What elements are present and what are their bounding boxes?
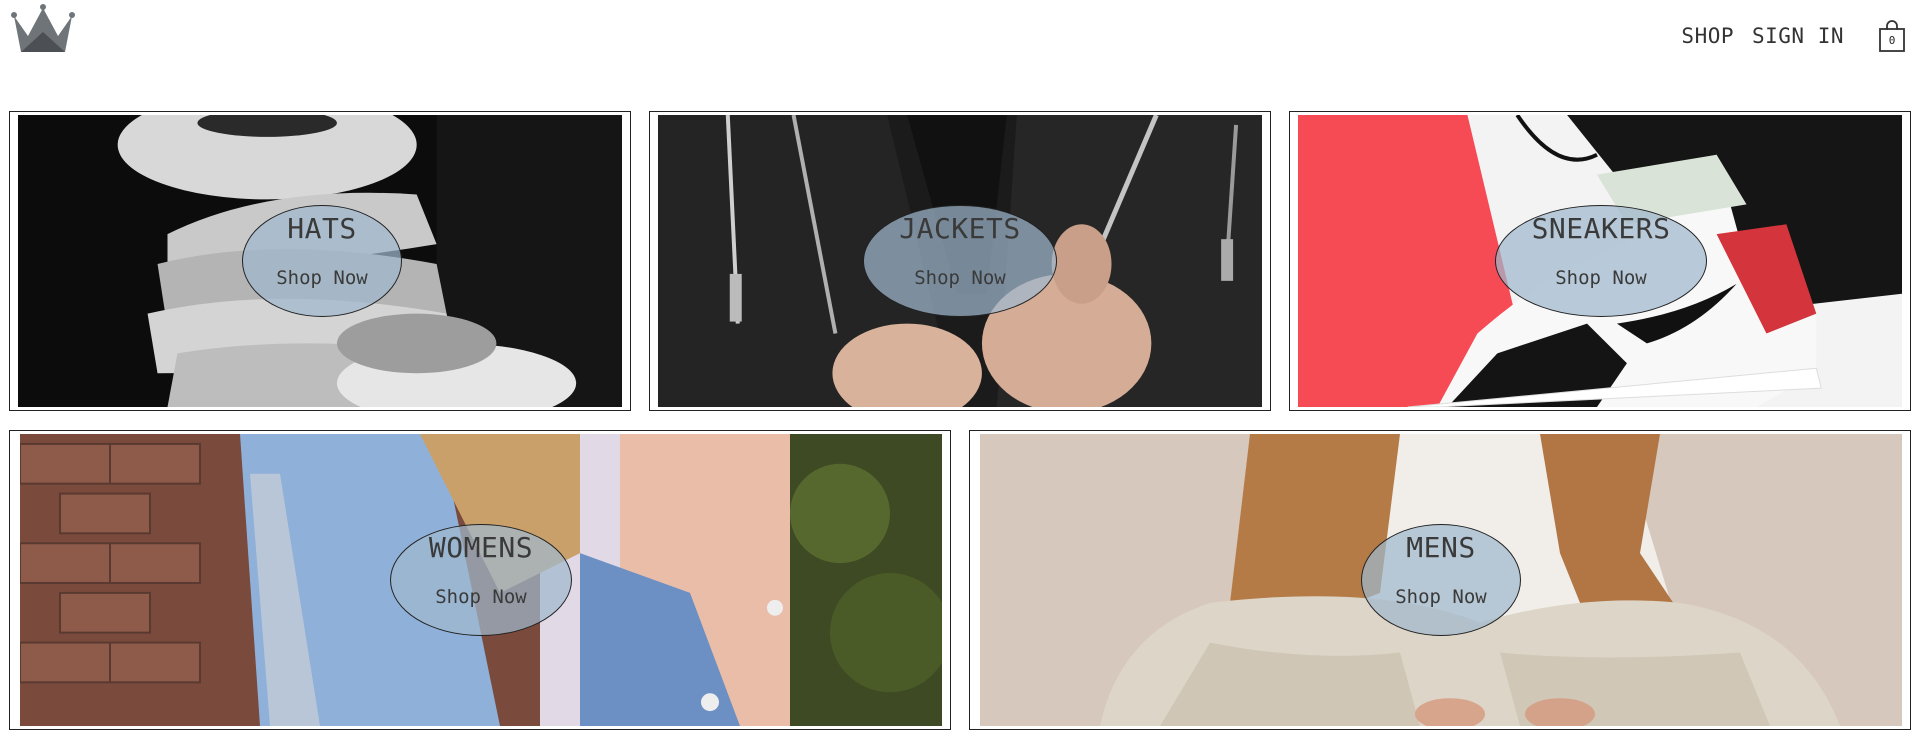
category-card-mens[interactable]: MENS Shop Now	[969, 430, 1911, 730]
category-card-sneakers[interactable]: SNEAKERS Shop Now	[1289, 111, 1911, 411]
category-title: MENS	[1406, 531, 1476, 564]
category-title: WOMENS	[428, 531, 534, 564]
category-card-womens[interactable]: WOMENS Shop Now	[9, 430, 951, 730]
womens-label-bubble[interactable]: WOMENS Shop Now	[390, 524, 572, 636]
shop-now-link[interactable]: Shop Now	[391, 586, 571, 608]
shop-now-link[interactable]: Shop Now	[243, 267, 401, 289]
mens-label-bubble[interactable]: MENS Shop Now	[1361, 524, 1521, 636]
category-title: HATS	[287, 212, 357, 245]
cart-button[interactable]: 0	[1878, 20, 1906, 52]
jackets-label-bubble[interactable]: JACKETS Shop Now	[863, 205, 1057, 317]
nav-sign-in-link[interactable]: SIGN IN	[1752, 24, 1844, 48]
shop-now-link[interactable]: Shop Now	[864, 267, 1056, 289]
category-title: JACKETS	[899, 212, 1021, 245]
hats-label-bubble[interactable]: HATS Shop Now	[242, 205, 402, 317]
shop-now-link[interactable]: Shop Now	[1496, 267, 1706, 289]
nav-shop-link[interactable]: SHOP	[1681, 24, 1734, 48]
category-card-hats[interactable]: HATS Shop Now	[9, 111, 631, 411]
crown-logo-icon[interactable]	[10, 2, 76, 54]
category-title: SNEAKERS	[1531, 212, 1671, 245]
sneakers-label-bubble[interactable]: SNEAKERS Shop Now	[1495, 205, 1707, 317]
cart-count: 0	[1888, 34, 1896, 47]
category-card-jackets[interactable]: JACKETS Shop Now	[649, 111, 1271, 411]
top-navigation: SHOP SIGN IN 0	[1520, 0, 1920, 74]
shop-now-link[interactable]: Shop Now	[1362, 586, 1520, 608]
